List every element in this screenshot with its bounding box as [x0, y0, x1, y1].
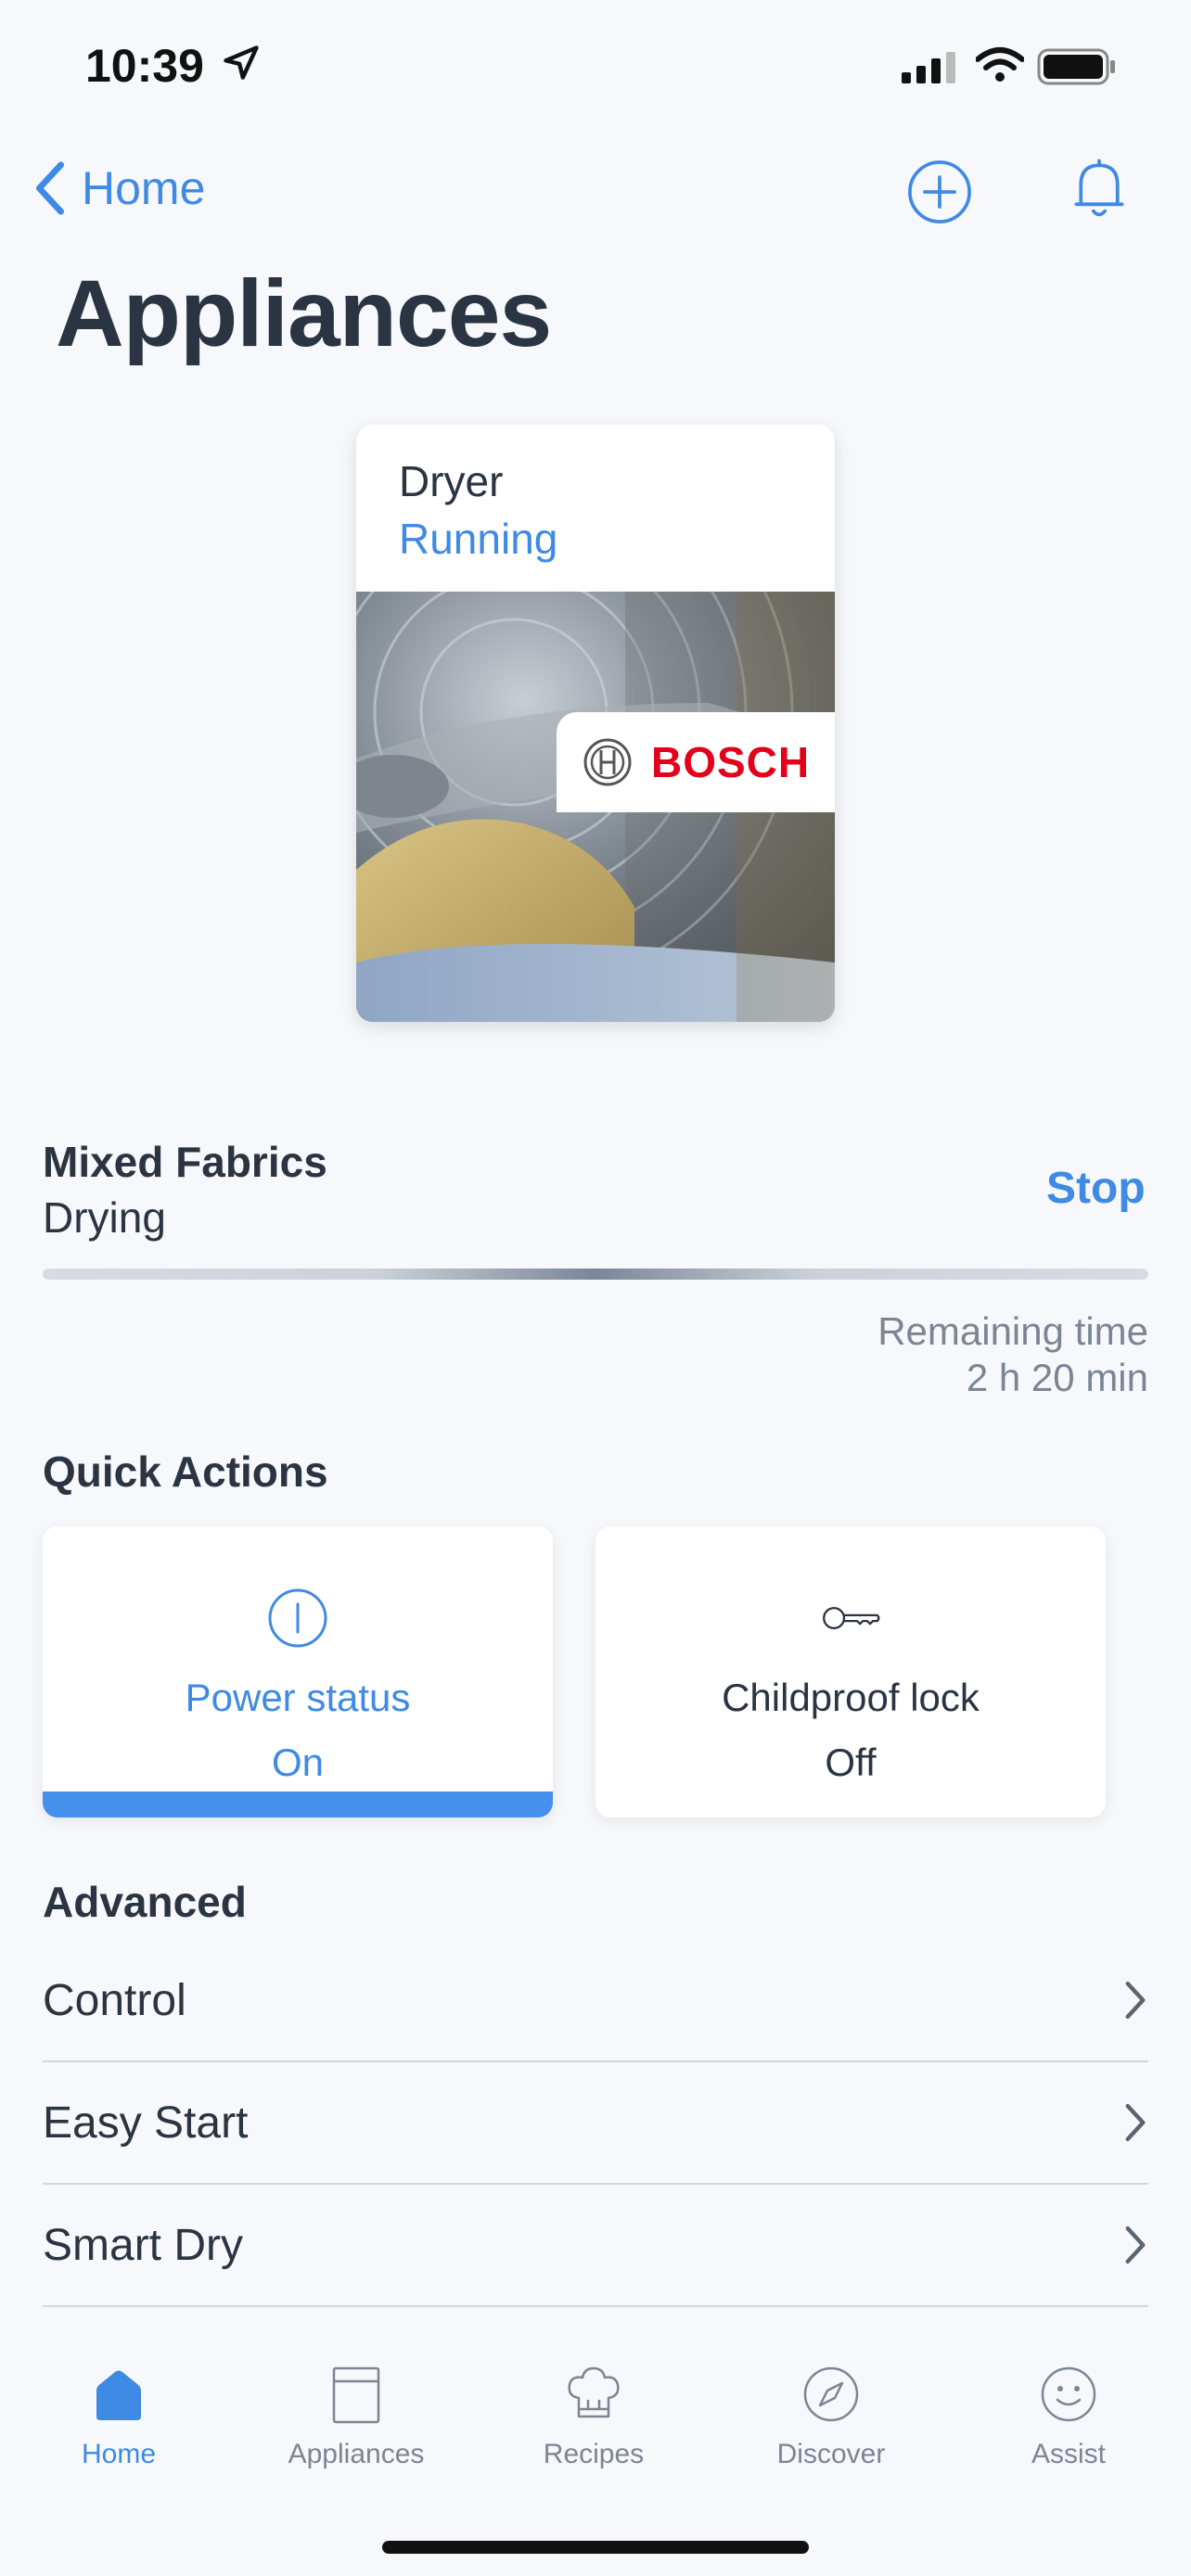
appliances-icon [332, 2366, 380, 2424]
appliance-card[interactable]: Dryer Running BOSCH [356, 425, 835, 1022]
key-icon [823, 1606, 880, 1630]
advanced-title: Advanced [43, 1878, 247, 1926]
quick-actions-title: Quick Actions [43, 1447, 328, 1496]
remaining-time-label: Remaining time [877, 1309, 1148, 1353]
program-name: Mixed Fabrics [43, 1138, 327, 1186]
childproof-lock-toggle[interactable]: Childproof lock Off [596, 1526, 1106, 1817]
power-status-toggle[interactable]: Power status On [43, 1526, 553, 1817]
advanced-item-control[interactable]: Control [43, 1940, 1148, 2062]
back-button[interactable]: Home [32, 159, 205, 217]
advanced-item-label: Easy Start [43, 2098, 249, 2148]
chef-hat-icon [568, 2366, 620, 2418]
location-arrow-icon [224, 45, 259, 80]
status-time: 10:39 [85, 40, 204, 92]
program-progress-bar [43, 1269, 1148, 1280]
tab-discover[interactable]: Discover [738, 2363, 924, 2470]
brand-name: BOSCH [651, 738, 811, 786]
childproof-lock-value: Off [825, 1741, 877, 1784]
tab-appliances[interactable]: Appliances [263, 2363, 449, 2470]
power-icon [268, 1588, 327, 1648]
advanced-item-easy-start[interactable]: Easy Start [43, 2062, 1148, 2185]
tab-label: Discover [776, 2439, 886, 2469]
add-icon[interactable] [905, 158, 974, 226]
brand-badge: BOSCH [557, 712, 835, 812]
back-label: Home [82, 162, 206, 214]
power-status-value: On [271, 1741, 325, 1784]
appliance-name: Dryer [399, 457, 504, 505]
chevron-right-icon [1125, 2103, 1146, 2142]
childproof-lock-label: Childproof lock [722, 1676, 980, 1719]
tab-label: Home [81, 2439, 157, 2469]
program-phase: Drying [43, 1193, 166, 1242]
wifi-icon [976, 47, 1024, 82]
remaining-time-value: 2 h 20 min [966, 1356, 1148, 1399]
tab-home[interactable]: Home [26, 2363, 211, 2470]
power-status-label: Power status [185, 1676, 411, 1719]
stop-button[interactable]: Stop [1046, 1163, 1146, 1214]
home-icon [96, 2370, 141, 2420]
tab-label: Assist [1031, 2439, 1106, 2469]
advanced-item-label: Smart Dry [43, 2220, 243, 2270]
tab-assist[interactable]: Assist [976, 2363, 1161, 2470]
battery-icon [1037, 48, 1115, 85]
chevron-right-icon [1125, 1981, 1146, 2020]
advanced-item-smart-dry[interactable]: Smart Dry [43, 2185, 1148, 2307]
smiley-icon [1041, 2366, 1096, 2422]
bosch-logo-icon [583, 738, 632, 786]
tab-label: Appliances [288, 2439, 425, 2469]
active-indicator [43, 1792, 553, 1817]
page-title: Appliances [56, 261, 552, 366]
tab-recipes[interactable]: Recipes [501, 2363, 686, 2470]
advanced-item-label: Control [43, 1975, 186, 2025]
cellular-signal-icon [902, 52, 955, 83]
appliance-status: Running [399, 515, 558, 563]
home-indicator[interactable] [382, 2541, 809, 2554]
compass-icon [803, 2366, 859, 2422]
bell-icon[interactable] [1065, 154, 1133, 223]
chevron-left-icon [35, 161, 65, 215]
chevron-right-icon [1125, 2225, 1146, 2264]
tab-label: Recipes [543, 2439, 645, 2469]
